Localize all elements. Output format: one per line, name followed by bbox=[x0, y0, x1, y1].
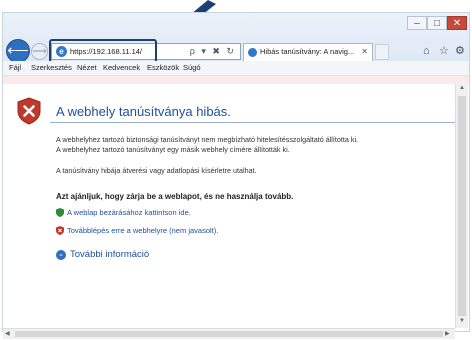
vertical-scrollbar[interactable]: ▲ ▼ bbox=[455, 84, 468, 328]
forward-arrow-icon: ⟶ bbox=[32, 46, 47, 57]
explanation-line-3: A tanúsítvány hibája átverési vagy adatl… bbox=[56, 166, 257, 175]
back-button[interactable]: ⟵ bbox=[6, 39, 30, 63]
red-shield-icon bbox=[56, 226, 64, 235]
menu-item-help[interactable]: Súgó bbox=[183, 63, 201, 73]
green-shield-icon bbox=[56, 208, 64, 217]
scroll-up-icon[interactable]: ▲ bbox=[459, 85, 465, 91]
scroll-down-icon[interactable]: ▼ bbox=[459, 318, 465, 324]
back-arrow-icon: ⟵ bbox=[7, 42, 29, 59]
minimize-button[interactable]: – bbox=[407, 16, 427, 30]
maximize-button[interactable]: □ bbox=[427, 16, 447, 30]
tab-title: Hibás tanúsítvány: A navig... bbox=[260, 47, 355, 56]
address-highlight-box bbox=[49, 39, 157, 63]
scroll-left-icon[interactable]: ◀ bbox=[5, 330, 10, 337]
menu-item-favorites[interactable]: Kedvencek bbox=[103, 63, 140, 73]
star-icon[interactable]: ☆ bbox=[439, 44, 449, 58]
expand-chevron-icon: ⌄ bbox=[56, 250, 66, 260]
close-page-link[interactable]: A weblap bezárásához kattintson ide. bbox=[67, 208, 191, 217]
menu-item-edit[interactable]: Szerkesztés bbox=[31, 63, 72, 73]
title-bar: – □ ✕ ⟵ ⟶ e https://192.168.11.14/ ρ ▾ ✖… bbox=[3, 13, 469, 63]
recommendation-text: Azt ajánljuk, hogy zárja be a weblapot, … bbox=[56, 192, 294, 201]
continue-to-site-link[interactable]: Továbblépés erre a webhelyre (nem javaso… bbox=[67, 226, 218, 235]
more-info-toggle[interactable]: ⌄ További információ bbox=[56, 249, 149, 260]
address-tools[interactable]: ρ ▾ ✖ ↻ bbox=[190, 45, 236, 58]
tab-close-icon[interactable]: ✕ bbox=[361, 47, 368, 56]
horizontal-scroll-thumb[interactable] bbox=[15, 331, 443, 337]
close-window-button[interactable]: ✕ bbox=[447, 16, 467, 30]
horizontal-scrollbar[interactable]: ◀ ▶ bbox=[3, 328, 455, 339]
warning-strip bbox=[3, 76, 469, 84]
explanation-line-1: A webhelyhez tartozó biztonsági tanúsítv… bbox=[56, 135, 359, 144]
scroll-right-icon[interactable]: ▶ bbox=[445, 330, 450, 337]
title-divider bbox=[50, 122, 456, 123]
error-shield-icon bbox=[17, 97, 41, 125]
menu-item-view[interactable]: Nézet bbox=[77, 63, 97, 73]
browser-window: – □ ✕ ⟵ ⟶ e https://192.168.11.14/ ρ ▾ ✖… bbox=[0, 0, 472, 340]
home-icon[interactable]: ⌂ bbox=[423, 44, 430, 58]
forward-button[interactable]: ⟶ bbox=[31, 43, 48, 60]
menu-item-tools[interactable]: Eszközök bbox=[147, 63, 179, 73]
browser-frame: – □ ✕ ⟵ ⟶ e https://192.168.11.14/ ρ ▾ ✖… bbox=[2, 12, 470, 339]
tab-favicon-icon bbox=[248, 48, 257, 57]
new-tab-button[interactable] bbox=[375, 44, 389, 60]
menu-bar: Fájl Szerkesztés Nézet Kedvencek Eszközö… bbox=[3, 61, 469, 76]
page-title: A webhely tanúsítványa hibás. bbox=[56, 104, 231, 119]
gear-icon[interactable]: ⚙ bbox=[455, 44, 465, 58]
explanation-line-2: A webhelyhez tartozó tanúsítványt egy má… bbox=[56, 145, 290, 154]
menu-item-file[interactable]: Fájl bbox=[9, 63, 21, 73]
tab-certificate-error[interactable]: Hibás tanúsítvány: A navig... ✕ bbox=[243, 43, 373, 61]
vertical-scroll-thumb[interactable] bbox=[458, 96, 466, 316]
more-info-label: További információ bbox=[70, 249, 150, 260]
